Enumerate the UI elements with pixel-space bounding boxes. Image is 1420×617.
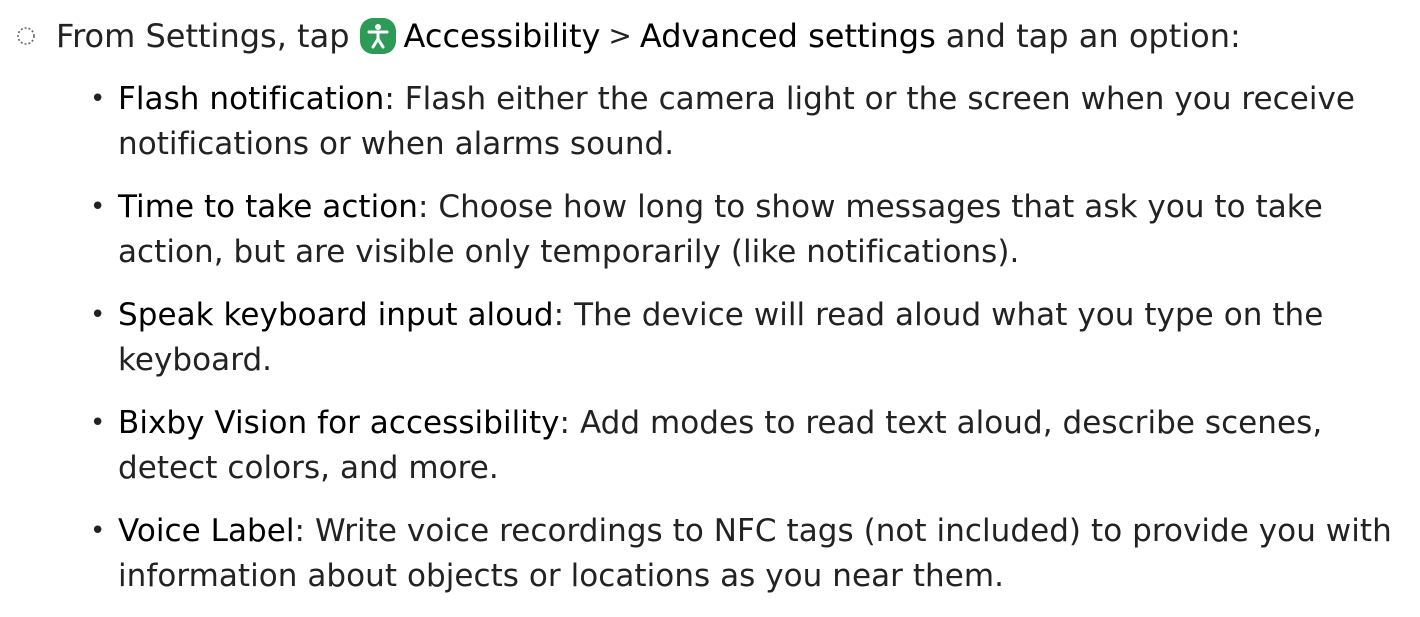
bullet: • (90, 192, 106, 222)
option-text: Bixby Vision for accessibility: Add mode… (118, 405, 1323, 486)
option-text: Speak keyboard input aloud: The device w… (118, 297, 1324, 378)
option-term: Time to take action (118, 189, 418, 225)
option-term: Voice Label (118, 513, 295, 549)
bullet: • (90, 516, 106, 546)
step-intro-text: From Settings, tap (56, 17, 350, 55)
step-outro-text: and tap an option: (945, 17, 1241, 55)
accessibility-icon (359, 18, 396, 54)
bullet: • (90, 84, 106, 114)
menu-separator: > (608, 19, 632, 52)
option-text: Flash notification: Flash either the cam… (118, 81, 1356, 162)
instruction-step: From Settings, tap Accessibility > Advan… (16, 14, 1241, 58)
advanced-settings-menu-item: Advanced settings (639, 17, 936, 55)
bullet: • (90, 408, 106, 438)
option-item-voice-label: • Voice Label: Write voice recordings to… (90, 509, 1408, 599)
option-item-bixby-vision: • Bixby Vision for accessibility: Add mo… (90, 401, 1408, 491)
option-text: Time to take action: Choose how long to … (118, 189, 1323, 270)
option-description: Write voice recordings to NFC tags (not … (118, 513, 1392, 594)
option-term: Speak keyboard input aloud (118, 297, 554, 333)
bullet: • (90, 300, 106, 330)
option-term: Flash notification (118, 81, 385, 117)
step-circle-icon (17, 27, 35, 45)
option-item-flash-notification: • Flash notification: Flash either the c… (90, 77, 1408, 167)
option-item-speak-keyboard-input-aloud: • Speak keyboard input aloud: The device… (90, 293, 1408, 383)
accessibility-menu-item: Accessibility (403, 17, 601, 55)
option-term: Bixby Vision for accessibility (118, 405, 560, 441)
option-text: Voice Label: Write voice recordings to N… (118, 513, 1392, 594)
option-list: • Flash notification: Flash either the c… (90, 77, 1408, 617)
option-item-time-to-take-action: • Time to take action: Choose how long t… (90, 185, 1408, 275)
instruction-page: From Settings, tap Accessibility > Advan… (0, 0, 1420, 611)
